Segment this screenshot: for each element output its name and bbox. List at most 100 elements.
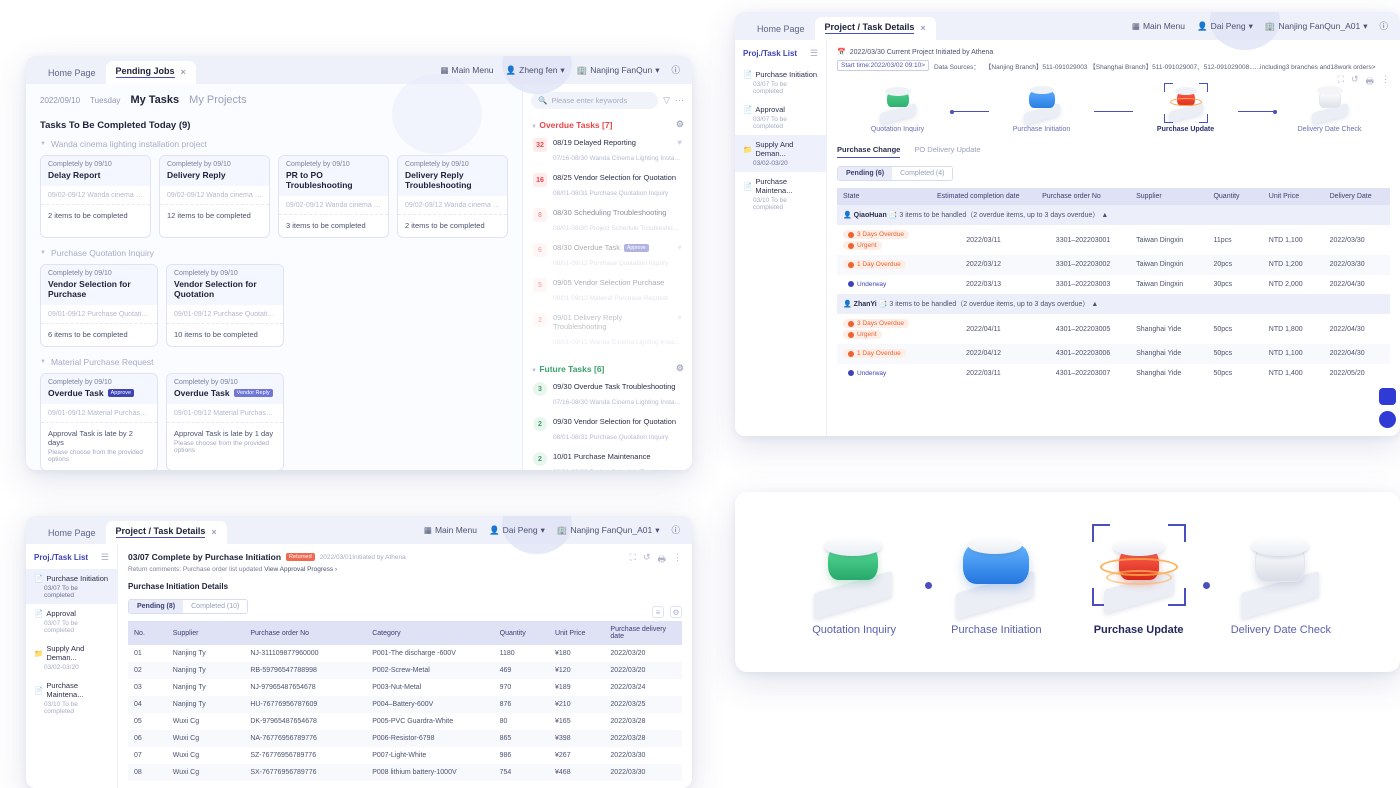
main-menu-button[interactable]: ▦Main Menu bbox=[440, 65, 493, 75]
task-card[interactable]: Completely by 09/10 PR to PO Troubleshoo… bbox=[278, 155, 389, 238]
hamburger-icon[interactable]: ☰ bbox=[810, 48, 818, 59]
table-row[interactable]: Underway 2022/03/13 3301–202203003 Taiwa… bbox=[837, 275, 1390, 295]
favorite-icon[interactable]: ♥ bbox=[677, 138, 682, 147]
sidebar-item-approval[interactable]: 📄Approval 03/07 To be completed bbox=[735, 100, 826, 135]
col-supplier[interactable]: Supplier bbox=[1130, 188, 1207, 205]
table-row[interactable]: 07 Wuxi Cg SZ-76776956789776 P007-Light-… bbox=[128, 747, 682, 764]
user-menu[interactable]: 👤Dai Peng▾ bbox=[1197, 21, 1253, 32]
flow-step-quotation-inquiry[interactable]: Quotation Inquiry bbox=[783, 528, 925, 636]
col-supplier[interactable]: Supplier bbox=[167, 621, 245, 645]
col-purchase-order-no[interactable]: Purchase order No bbox=[244, 621, 366, 645]
task-card[interactable]: Completely by 09/10 Vendor Selection for… bbox=[166, 264, 284, 347]
table-row[interactable]: Underway 2022/03/11 4301–202203007 Shang… bbox=[837, 364, 1390, 384]
segment-completed[interactable]: Completed (4) bbox=[892, 167, 952, 180]
flow-step-quotation-inquiry[interactable]: Quotation Inquiry bbox=[845, 83, 950, 133]
col-quantity[interactable]: Quantity bbox=[1207, 188, 1262, 205]
start-time-chip[interactable]: Start time:2022/03/02 09:10> bbox=[837, 60, 929, 71]
tab-home-page[interactable]: Home Page bbox=[38, 523, 106, 544]
more-icon[interactable]: ⋮ bbox=[673, 552, 682, 568]
list-item[interactable]: 5 09/05 Vendor Selection Purchase09/01-0… bbox=[531, 274, 684, 309]
tab-po-delivery-update[interactable]: PO Delivery Update bbox=[914, 145, 980, 158]
task-card[interactable]: Completely by 09/10 Overdue TaskApprove … bbox=[40, 373, 158, 470]
list-item[interactable]: 3 09/30 Overdue Task Troubleshooting07/1… bbox=[531, 378, 684, 413]
history-icon[interactable]: ↺ bbox=[1351, 74, 1359, 90]
task-card[interactable]: Completely by 09/10 Delivery Reply 09/02… bbox=[159, 155, 270, 238]
tab-pending-jobs[interactable]: Pending Jobs × bbox=[106, 61, 196, 84]
table-row[interactable]: 3 Days Overdue Urgent 2022/04/11 4301–20… bbox=[837, 314, 1390, 344]
sidebar-item-supply-and-demand[interactable]: 📁Supply And Deman... 03/02-03/20 bbox=[26, 639, 117, 676]
list-item[interactable]: 32 08/19 Delayed Reporting07/16-08/30 Wa… bbox=[531, 134, 684, 169]
task-card[interactable]: Completely by 09/10 Vendor Selection for… bbox=[40, 264, 158, 347]
main-menu-button[interactable]: ▦Main Menu bbox=[424, 525, 477, 535]
list-view-icon[interactable]: ≡ bbox=[652, 606, 664, 618]
sidebar-item-purchase-maintenance[interactable]: 📄Purchase Maintena... 03/10 To be comple… bbox=[735, 172, 826, 216]
table-row[interactable]: 1 Day Overdue 2022/03/12 3301–202203002 … bbox=[837, 255, 1390, 275]
user-menu[interactable]: 👤Zheng fen▾ bbox=[506, 65, 565, 76]
favorite-icon[interactable]: ♥ bbox=[677, 243, 682, 252]
hamburger-icon[interactable]: ☰ bbox=[101, 552, 109, 563]
flow-step-purchase-initiation[interactable]: Purchase Initiation bbox=[989, 83, 1094, 133]
col-no[interactable]: No. bbox=[128, 621, 167, 645]
table-group-row[interactable]: 👤 QiaoHuan 📑 3 items to be handled（2 ove… bbox=[837, 205, 1390, 225]
list-item[interactable]: 8 08/30 Scheduling Troubleshooting08/01-… bbox=[531, 204, 684, 239]
sidebar-item-supply-and-demand[interactable]: 📁Supply And Deman... 03/02-03/20 bbox=[735, 135, 826, 172]
more-icon[interactable]: ⋮ bbox=[1381, 74, 1390, 90]
close-icon[interactable]: × bbox=[181, 67, 186, 77]
org-menu[interactable]: 🏢Nanjing FanQun_A01▾ bbox=[1265, 21, 1368, 32]
tab-purchase-change[interactable]: Purchase Change bbox=[837, 145, 900, 158]
help-circle-icon[interactable]: ⓘ bbox=[1379, 22, 1388, 31]
segment-pending[interactable]: Pending (6) bbox=[838, 167, 892, 180]
org-menu[interactable]: 🏢Nanjing FanQun_A01▾ bbox=[557, 525, 660, 536]
user-menu[interactable]: 👤Dai Peng▾ bbox=[489, 525, 545, 536]
col-quantity[interactable]: Quantity bbox=[494, 621, 549, 645]
more-icon[interactable]: ⋯ bbox=[675, 95, 684, 106]
future-header[interactable]: ▼ Future Tasks [6] ⚙ bbox=[531, 363, 684, 374]
col-state[interactable]: State bbox=[837, 188, 931, 205]
col-delivery-date[interactable]: Delivery Date bbox=[1324, 188, 1390, 205]
settings-icon[interactable]: ⚙ bbox=[670, 606, 682, 618]
task-card[interactable]: Completely by 09/10 Delivery Reply Troub… bbox=[397, 155, 508, 238]
print-icon[interactable]: 🖶 bbox=[1366, 74, 1375, 90]
table-row[interactable]: 1 Day Overdue 2022/04/12 4301–202203006 … bbox=[837, 344, 1390, 364]
task-card[interactable]: Completely by 09/10 Overdue TaskVendor R… bbox=[166, 373, 284, 470]
close-icon[interactable]: × bbox=[211, 527, 216, 537]
org-menu[interactable]: 🏢Nanjing FanQun▾ bbox=[577, 65, 660, 76]
view-approval-progress-link[interactable]: View Approval Progress › bbox=[264, 566, 337, 573]
list-item[interactable]: 2 09/01 Delivery Reply Troubleshooting09… bbox=[531, 309, 684, 353]
flow-step-delivery-date-check[interactable]: Delivery Date Check bbox=[1277, 83, 1382, 133]
table-row[interactable]: 03 Nanjing Ty NJ-97965487654678 P003-Nut… bbox=[128, 679, 682, 696]
group-header[interactable]: ▼Purchase Quotation Inquiry bbox=[40, 248, 508, 258]
col-estimated-date[interactable]: Estimated completion date bbox=[931, 188, 1036, 205]
help-circle-icon[interactable]: ⓘ bbox=[671, 526, 680, 535]
gear-icon[interactable]: ⚙ bbox=[676, 363, 684, 374]
history-icon[interactable]: ↺ bbox=[643, 552, 651, 568]
sidebar-item-purchase-initiation[interactable]: 📄Purchase Initiation 03/07 To be complet… bbox=[735, 65, 826, 100]
tab-home-page[interactable]: Home Page bbox=[747, 19, 815, 40]
table-group-row[interactable]: 👤 ZhanYi 📑 3 items to be handled（2 overd… bbox=[837, 294, 1390, 314]
collapse-icon[interactable]: ▲ bbox=[1101, 212, 1108, 219]
sidebar-item-approval[interactable]: 📄Approval 03/07 To be completed bbox=[26, 604, 117, 639]
table-row[interactable]: 3 Days Overdue Urgent 2022/03/11 3301–20… bbox=[837, 225, 1390, 255]
main-menu-button[interactable]: ▦Main Menu bbox=[1132, 21, 1185, 31]
owl-chat-icon[interactable] bbox=[1379, 388, 1396, 405]
table-row[interactable]: 02 Nanjing Ty RB-59796547788998 P002-Scr… bbox=[128, 662, 682, 679]
table-row[interactable]: 08 Wuxi Cg SX-76776956789776 P008 lithiu… bbox=[128, 764, 682, 781]
list-item[interactable]: 16 08/25 Vendor Selection for Quotation0… bbox=[531, 169, 684, 204]
col-unit-price[interactable]: Unit Price bbox=[1263, 188, 1324, 205]
col-unit-price[interactable]: Unit Price bbox=[549, 621, 604, 645]
segment-pending[interactable]: Pending (8) bbox=[129, 600, 183, 613]
filter-icon[interactable]: ▽ bbox=[663, 95, 670, 106]
tab-home-page[interactable]: Home Page bbox=[38, 63, 106, 84]
group-header[interactable]: ▼Wanda cinema lighting installation proj… bbox=[40, 139, 508, 149]
list-item[interactable]: 2 09/30 Vendor Selection for Quotation08… bbox=[531, 413, 684, 448]
task-card[interactable]: Completely by 09/10 Delay Report 09/02-0… bbox=[40, 155, 151, 238]
collapse-icon[interactable]: ▲ bbox=[1091, 301, 1098, 308]
search-input[interactable]: 🔍 Please enter keywords bbox=[531, 92, 658, 109]
tab-my-projects[interactable]: My Projects bbox=[189, 94, 246, 106]
group-header[interactable]: ▼Material Purchase Request bbox=[40, 357, 508, 367]
flow-step-purchase-update[interactable]: Purchase Update bbox=[1068, 528, 1210, 636]
overdue-header[interactable]: ▼ Overdue Tasks [7] ⚙ bbox=[531, 119, 684, 130]
print-icon[interactable]: 🖶 bbox=[658, 552, 667, 568]
expand-icon[interactable]: ⛶ bbox=[630, 552, 636, 568]
table-row[interactable]: 05 Wuxi Cg DK-97965487654678 P005-PVC Gu… bbox=[128, 713, 682, 730]
